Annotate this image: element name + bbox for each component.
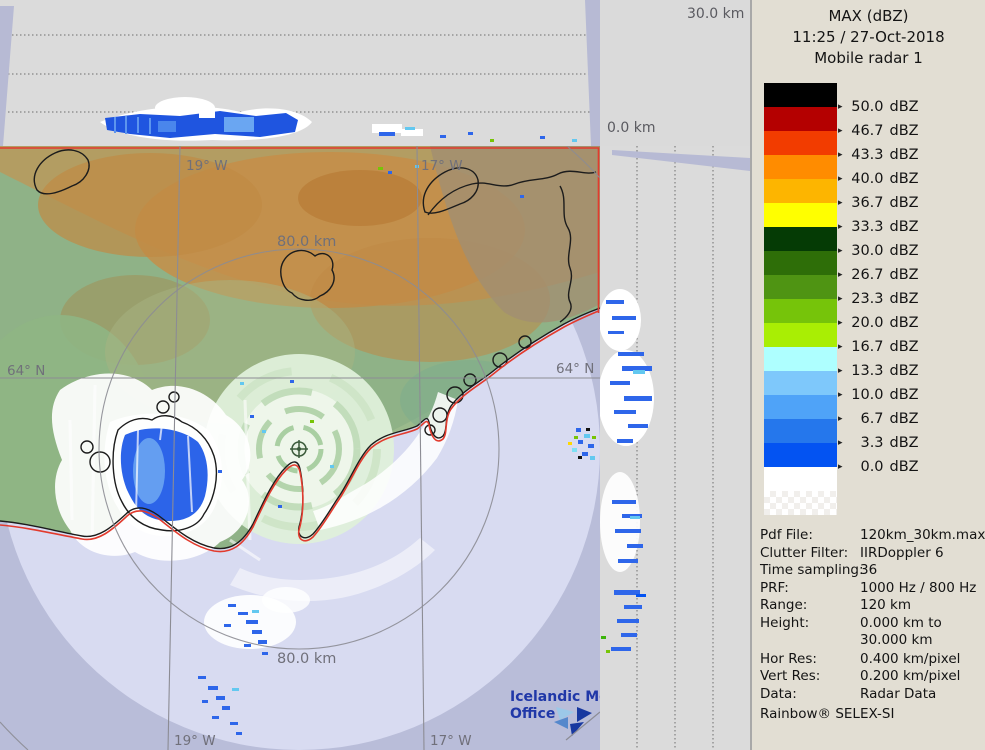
imo-logo-text-line1: Icelandic Met [510, 689, 600, 705]
color-band [764, 299, 837, 323]
legend-entry: ▸ 43.3 dBZ [838, 147, 919, 163]
meta-row-hor-res: Hor Res: 0.400 km/pixel [760, 651, 961, 667]
lon17-top-label: 17° W [421, 158, 463, 174]
color-band [764, 179, 837, 203]
color-band [764, 131, 837, 155]
legend-panel: MAX (dBZ) 11:25 / 27-Oct-2018 Mobile rad… [752, 0, 985, 750]
legend-entry: ▸ 0.0 dBZ [838, 459, 919, 475]
legend-entry: ▸ 20.0 dBZ [838, 315, 919, 331]
axis-label-30km: 30.0 km [687, 6, 745, 22]
color-band [764, 347, 837, 371]
color-band-white [764, 467, 837, 491]
meta-row-pdf-file: Pdf File: 120km_30km.max [760, 527, 985, 543]
ring-80km-bottom-label: 80.0 km [277, 651, 336, 667]
tick-arrow-icon: ▸ [838, 270, 843, 280]
legend-entry: ▸ 16.7 dBZ [838, 339, 919, 355]
lat-right-label: 64° N [556, 361, 594, 377]
meta-row-time-sampling: Time sampling: 36 [760, 562, 878, 578]
legend-entry: ▸ 36.7 dBZ [838, 195, 919, 211]
tick-arrow-icon: ▸ [838, 198, 843, 208]
legend-entry: ▸ 13.3 dBZ [838, 363, 919, 379]
legend-entry: ▸ 6.7 dBZ [838, 411, 919, 427]
tick-arrow-icon: ▸ [838, 246, 843, 256]
meta-row-vert-res: Vert Res: 0.200 km/pixel [760, 668, 961, 684]
imo-logo-text-line2: Office [510, 706, 555, 722]
color-band [764, 419, 837, 443]
legend-header: MAX (dBZ) 11:25 / 27-Oct-2018 Mobile rad… [752, 6, 985, 69]
color-band [764, 155, 837, 179]
legend-entry: ▸ 33.3 dBZ [838, 219, 919, 235]
tick-arrow-icon: ▸ [838, 438, 843, 448]
tick-arrow-icon: ▸ [838, 174, 843, 184]
meta-row-height-cont: 30.000 km [860, 632, 933, 648]
color-band [764, 107, 837, 131]
right-cross-section-strip [600, 146, 750, 750]
tick-arrow-icon: ▸ [838, 342, 843, 352]
color-band-transparent [764, 491, 837, 515]
software-brand: Rainbow® SELEX-SI [760, 706, 895, 722]
meta-row-prf: PRF: 1000 Hz / 800 Hz [760, 580, 977, 596]
tick-arrow-icon: ▸ [838, 414, 843, 424]
dbz-color-scale [764, 83, 837, 515]
color-band [764, 443, 837, 467]
ring-80km-top-label: 80.0 km [277, 234, 336, 250]
top-cross-section-strip [0, 0, 600, 146]
tick-arrow-icon: ▸ [838, 102, 843, 112]
color-band [764, 251, 837, 275]
color-band [764, 395, 837, 419]
legend-entry: ▸ 30.0 dBZ [838, 243, 919, 259]
legend-entry: ▸ 26.7 dBZ [838, 267, 919, 283]
color-band [764, 203, 837, 227]
lat-left-label: 64° N [7, 363, 45, 379]
radar-application-window: 30.0 km 0.0 km 19° W 17° W 19° W 17° W 6… [0, 0, 985, 750]
tick-arrow-icon: ▸ [838, 150, 843, 160]
color-band [764, 227, 837, 251]
legend-entry: ▸ 3.3 dBZ [838, 435, 919, 451]
radar-map-display: 19° W 17° W 19° W 17° W 64° N 64° N 80.0… [0, 146, 600, 750]
tick-arrow-icon: ▸ [838, 390, 843, 400]
legend-entry: ▸ 50.0 dBZ [838, 99, 919, 115]
color-band [764, 275, 837, 299]
color-band [764, 83, 837, 107]
axis-corner: 30.0 km 0.0 km [600, 0, 750, 146]
legend-entry: ▸ 10.0 dBZ [838, 387, 919, 403]
legend-entry: ▸ 46.7 dBZ [838, 123, 919, 139]
legend-entry: ▸ 40.0 dBZ [838, 171, 919, 187]
meta-row-data: Data: Radar Data [760, 686, 937, 702]
tick-arrow-icon: ▸ [838, 222, 843, 232]
product-title: MAX (dBZ) [828, 7, 909, 25]
lon19-top-label: 19° W [186, 158, 228, 174]
tick-arrow-icon: ▸ [838, 318, 843, 328]
legend-entry: ▸ 23.3 dBZ [838, 291, 919, 307]
meta-row-height: Height: 0.000 km to [760, 615, 942, 631]
tick-arrow-icon: ▸ [838, 294, 843, 304]
meta-row-clutter-filter: Clutter Filter: IIRDoppler 6 [760, 545, 944, 561]
lon19-bottom-label: 19° W [174, 733, 216, 749]
scan-datetime: 11:25 / 27-Oct-2018 [792, 28, 945, 46]
meta-row-range: Range: 120 km [760, 597, 912, 613]
tick-arrow-icon: ▸ [838, 462, 843, 472]
lon17-bottom-label: 17° W [430, 733, 472, 749]
tick-arrow-icon: ▸ [838, 126, 843, 136]
tick-arrow-icon: ▸ [838, 366, 843, 376]
color-band [764, 371, 837, 395]
axis-label-0km: 0.0 km [607, 120, 656, 136]
color-band [764, 323, 837, 347]
radar-name: Mobile radar 1 [814, 49, 923, 67]
